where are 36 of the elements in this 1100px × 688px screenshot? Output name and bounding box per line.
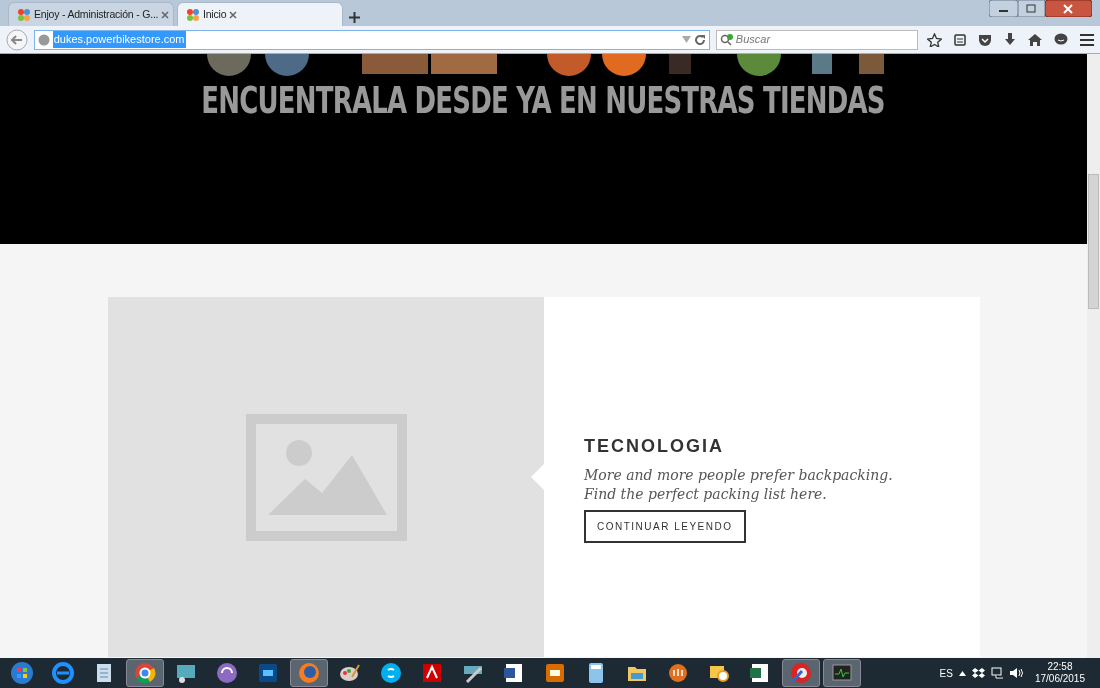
clock-time[interactable]: 22:58 [1047,660,1073,673]
up-arrow-icon[interactable] [958,670,966,676]
close-icon[interactable] [161,10,170,19]
close-button[interactable] [1045,0,1092,17]
clipboard-icon[interactable] [954,33,966,46]
feature-text: More and more people prefer backpacking. Find the perfect packing list here. [584,466,894,504]
pocket-icon[interactable] [978,33,992,46]
speaker-icon[interactable] [1009,667,1023,679]
minimize-button[interactable] [989,0,1018,17]
browser-tab[interactable]: Inicio [177,2,343,26]
feature-title: TECNOLOGIA [584,435,724,459]
banner-heading: ENCUENTRALA DESDE YA EN NUESTRAS TIENDAS [201,82,886,119]
new-tab-button[interactable] [349,12,360,23]
scrollbar[interactable] [1087,54,1100,658]
card-notch [531,464,544,490]
menu-icon[interactable] [1080,33,1094,46]
search-field[interactable]: Buscar [715,29,918,50]
star-icon[interactable] [927,32,942,47]
reload-icon[interactable] [693,33,706,46]
clock-date[interactable]: 17/06/2015 [1034,673,1085,686]
chat-icon[interactable] [1054,33,1068,46]
search-placeholder: Buscar [735,32,771,48]
network-icon[interactable] [990,667,1004,679]
download-icon[interactable] [1004,33,1016,46]
language-indicator[interactable]: ES [939,665,953,681]
url-text: dukes.powerbikestore.com [52,31,186,48]
close-icon[interactable] [229,10,238,19]
home-icon[interactable] [1028,33,1042,46]
read-more-button[interactable]: CONTINUAR LEYENDO [584,509,746,543]
browser-tab[interactable]: Enjoy - Administración - G... [8,2,174,26]
tab-title: Enjoy - Administración - G... [34,6,159,22]
search-icon [719,33,733,46]
back-button[interactable] [6,28,28,51]
start-button[interactable] [10,661,34,685]
tab-title: Inicio [203,6,227,22]
scroll-thumb[interactable] [1088,174,1099,309]
